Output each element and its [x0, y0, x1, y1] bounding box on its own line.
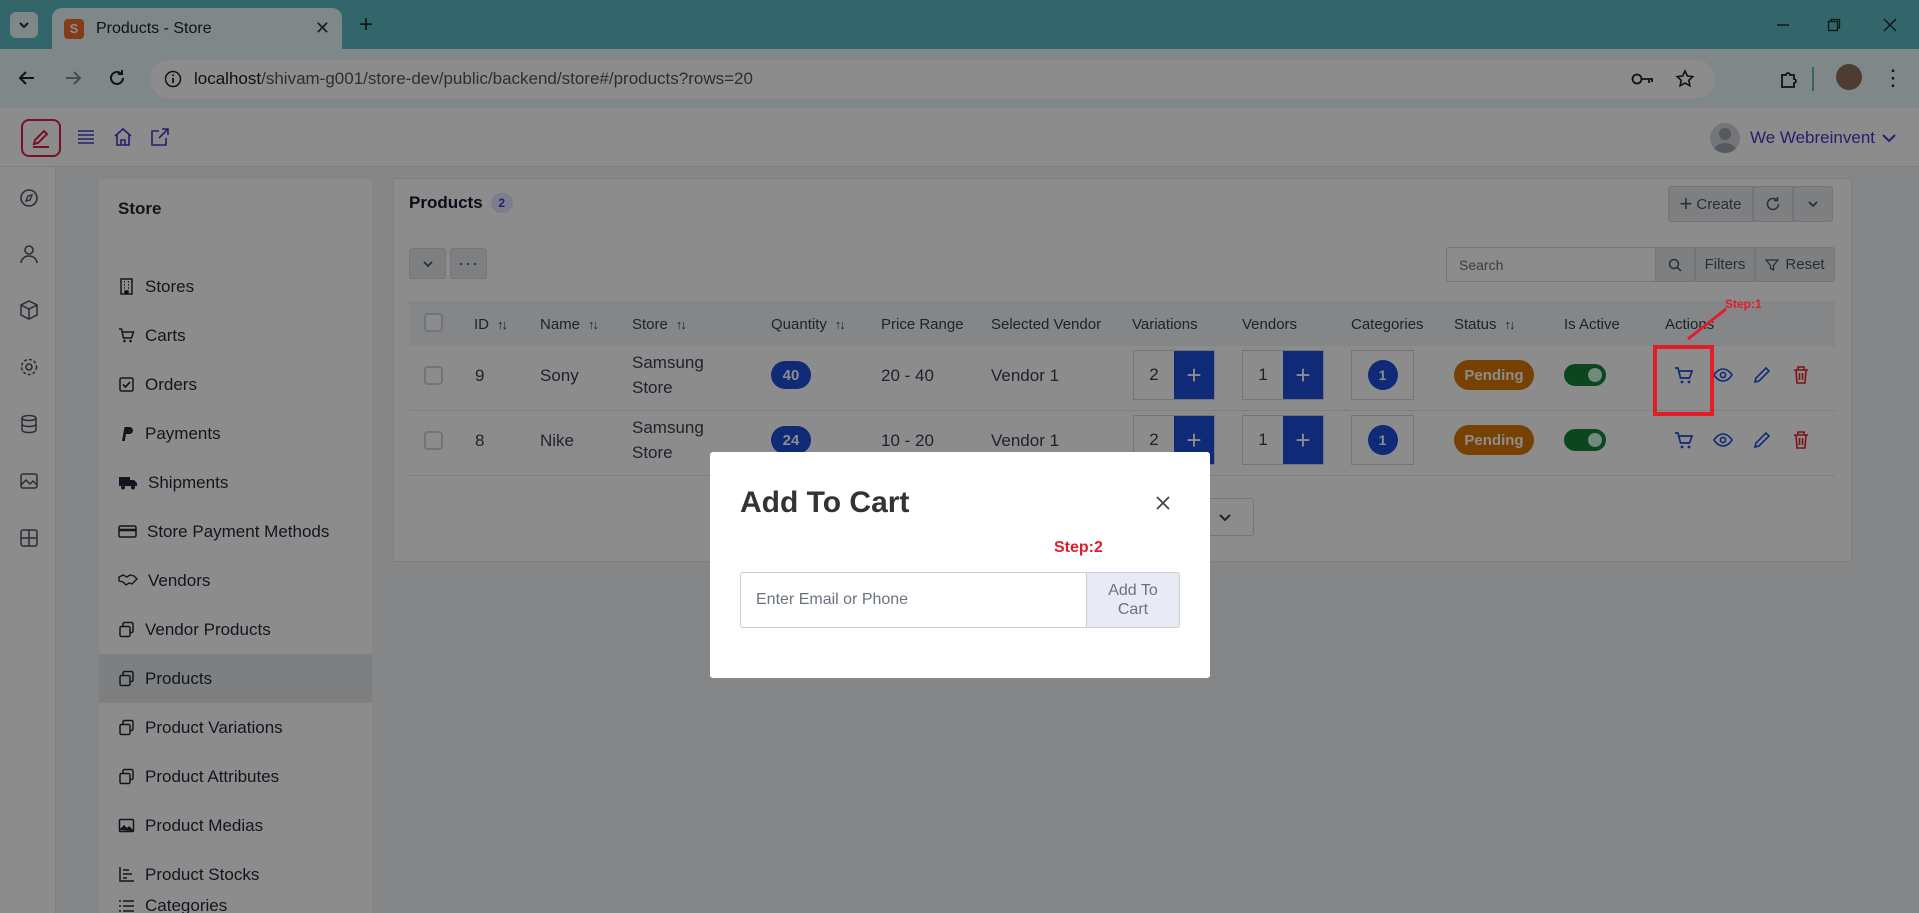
- add-to-cart-submit-button[interactable]: Add To Cart: [1086, 572, 1180, 628]
- input-placeholder: Enter Email or Phone: [756, 591, 909, 608]
- step1-highlight-box: [1653, 345, 1714, 416]
- modal-title: Add To Cart: [740, 486, 910, 519]
- step1-label: Step:1: [1725, 297, 1762, 311]
- email-phone-input[interactable]: Enter Email or Phone: [740, 572, 1087, 628]
- close-icon: [1156, 496, 1170, 510]
- button-label-line2: Cart: [1117, 601, 1149, 618]
- modal-close-button[interactable]: [1152, 492, 1174, 514]
- button-label-line1: Add To: [1108, 582, 1158, 599]
- step2-label: Step:2: [1054, 539, 1103, 556]
- add-to-cart-modal: Add To Cart Step:2 Enter Email or Phone …: [710, 452, 1210, 678]
